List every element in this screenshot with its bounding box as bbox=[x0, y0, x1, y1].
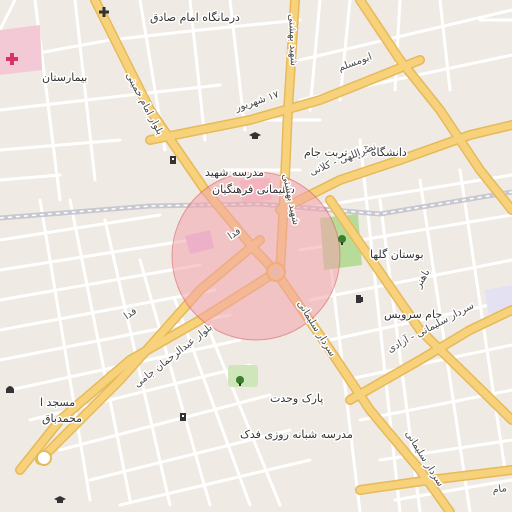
street-label-beheshti-north: شهید بهشتی bbox=[286, 14, 299, 66]
poi-label-mosque[interactable]: مسجد ا bbox=[39, 395, 77, 411]
poi-label-clinic[interactable]: درمانگاه امام صادق bbox=[149, 10, 242, 26]
poi-label-fadak-school[interactable]: مدرسه شبانه روزی فدک bbox=[239, 427, 355, 443]
school-icon[interactable] bbox=[180, 413, 186, 421]
poi-label-mosque-line2[interactable]: محمدباق bbox=[41, 411, 84, 427]
poi-label-jam-service[interactable]: جام سرویس bbox=[383, 307, 444, 323]
school-icon[interactable] bbox=[170, 156, 176, 164]
poi-label-vahdat-park[interactable]: پارک وحدت bbox=[269, 391, 325, 407]
southwest-roundabout bbox=[36, 450, 52, 466]
poi-label-shahid-soleimani-school[interactable]: مدرسه شهید bbox=[204, 165, 266, 181]
vahdat-park-area bbox=[228, 365, 258, 387]
poi-label-golha-park[interactable]: بوستان گلها bbox=[369, 247, 426, 263]
street-label-stub-south: مام bbox=[492, 483, 508, 496]
map-canvas[interactable]: درمانگاه امام صادق بیمارستان دانشگاه آزا… bbox=[0, 0, 512, 512]
poi-label-hospital[interactable]: بیمارستان bbox=[41, 70, 89, 86]
hospital-area bbox=[0, 25, 42, 75]
map-view[interactable]: درمانگاه امام صادق بیمارستان دانشگاه آزا… bbox=[0, 0, 512, 512]
